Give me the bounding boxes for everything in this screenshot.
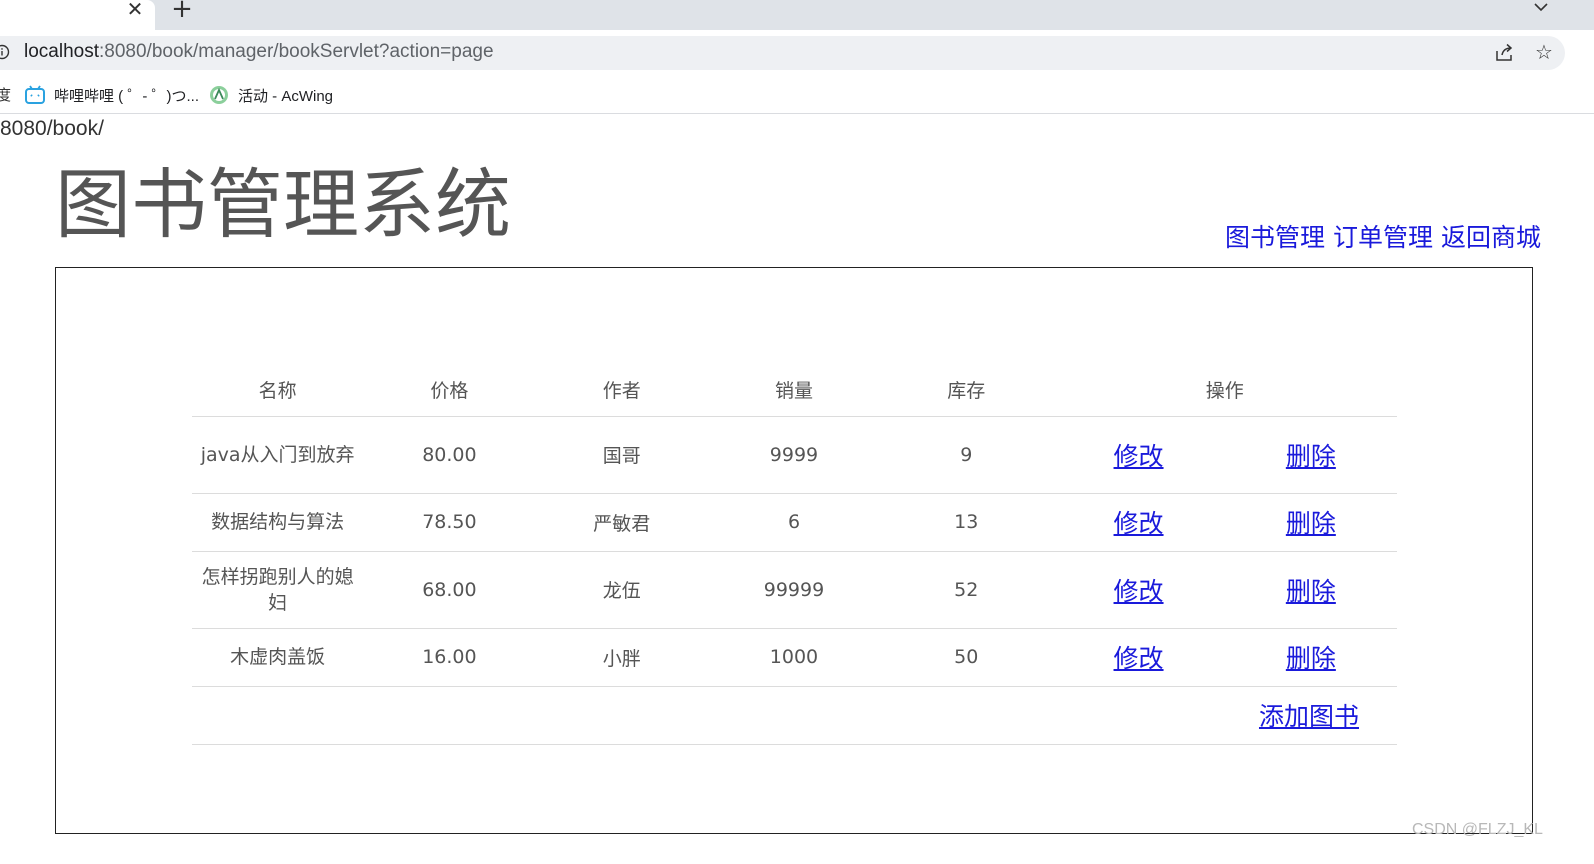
address-url[interactable]: localhost:8080/book/manager/bookServlet?… xyxy=(24,41,494,63)
tab-strip: ✕ + xyxy=(0,0,1594,30)
cell-name: 怎样拐跑别人的媳妇 xyxy=(192,550,364,628)
close-tab-icon[interactable]: ✕ xyxy=(124,0,146,22)
watermark: CSDN @FLZJ_KL xyxy=(1412,821,1543,838)
edit-link[interactable]: 修改 xyxy=(1114,442,1164,471)
cell-price: 68.00 xyxy=(363,550,536,628)
edit-link[interactable]: 修改 xyxy=(1114,577,1164,606)
bookmarks-bar: 度 哔哩哔哩 ( ゜- ゜)つ... 活动 - AcWing xyxy=(0,76,1594,114)
header-author: 作者 xyxy=(602,380,641,403)
delete-link[interactable]: 删除 xyxy=(1286,442,1336,471)
header-sales: 销量 xyxy=(774,380,813,403)
chevron-down-icon[interactable] xyxy=(1528,0,1554,16)
cell-sales: 99999 xyxy=(707,550,881,628)
cell-empty xyxy=(192,685,1053,745)
main-content-box: 名称 价格 作者 销量 库存 操作 java从入门到放弃 80.00 国哥 99… xyxy=(55,267,1533,834)
url-path: :8080/book/manager/bookServlet?action=pa… xyxy=(99,41,494,62)
cell-author: 国哥 xyxy=(535,415,708,493)
cell-price: 16.00 xyxy=(363,627,536,686)
table-row: java从入门到放弃 80.00 国哥 9999 9 修改 删除 xyxy=(192,415,1397,493)
table-row: 木虚肉盖饭 16.00 小胖 1000 50 修改 删除 xyxy=(192,627,1397,686)
bookmark-label: 哔哩哔哩 ( ゜- ゜)つ... xyxy=(54,87,199,105)
cell-delete: 删除 xyxy=(1224,627,1397,686)
cell-edit: 修改 xyxy=(1052,550,1225,628)
cell-stock: 13 xyxy=(880,492,1053,551)
cell-price: 78.50 xyxy=(363,492,536,551)
header-stock: 库存 xyxy=(947,380,986,403)
top-nav: 图书管理 订单管理 返回商城 xyxy=(1225,222,1541,254)
edit-link[interactable]: 修改 xyxy=(1114,509,1164,538)
cell-stock: 50 xyxy=(880,627,1053,686)
nav-link-order-manage[interactable]: 订单管理 xyxy=(1333,223,1433,252)
bilibili-icon xyxy=(24,85,46,105)
acwing-icon xyxy=(208,85,230,105)
cell-name: 木虚肉盖饭 xyxy=(192,627,364,686)
delete-link[interactable]: 删除 xyxy=(1286,509,1336,538)
cell-stock: 9 xyxy=(880,415,1053,493)
header-name: 名称 xyxy=(258,380,297,403)
nav-link-back-to-store[interactable]: 返回商城 xyxy=(1441,223,1541,252)
share-icon[interactable] xyxy=(1494,43,1514,63)
cell-edit: 修改 xyxy=(1052,415,1225,493)
cell-name: java从入门到放弃 xyxy=(192,415,364,493)
add-book-link[interactable]: 添加图书 xyxy=(1259,702,1359,731)
page-title: 图书管理系统 xyxy=(55,160,511,249)
table-row: 数据结构与算法 78.50 严敏君 6 13 修改 删除 xyxy=(192,492,1397,551)
cell-sales: 9999 xyxy=(707,415,881,493)
bookmark-acwing[interactable]: 活动 - AcWing xyxy=(208,84,333,106)
cell-sales: 6 xyxy=(707,492,881,551)
table-header-row: 名称 价格 作者 销量 库存 操作 xyxy=(192,364,1397,416)
cell-delete: 删除 xyxy=(1224,415,1397,493)
active-tab[interactable]: ✕ xyxy=(0,0,155,30)
bookmark-star-icon[interactable]: ☆ xyxy=(1534,42,1554,62)
cell-edit: 修改 xyxy=(1052,492,1225,551)
cell-delete: 删除 xyxy=(1224,550,1397,628)
bookmark-bilibili[interactable]: 哔哩哔哩 ( ゜- ゜)つ... xyxy=(24,84,199,106)
cell-author: 小胖 xyxy=(535,627,708,686)
delete-link[interactable]: 删除 xyxy=(1286,577,1336,606)
cell-stock: 52 xyxy=(880,550,1053,628)
page-url-fragment: 8080/book/ xyxy=(0,117,104,140)
nav-link-book-manage[interactable]: 图书管理 xyxy=(1225,223,1325,252)
bookmark-label: 活动 - AcWing xyxy=(238,87,334,105)
books-table: 名称 价格 作者 销量 库存 操作 java从入门到放弃 80.00 国哥 99… xyxy=(192,364,1397,745)
table-row-add: 添加图书 xyxy=(192,685,1397,745)
new-tab-icon[interactable]: + xyxy=(170,0,194,22)
table-row: 怎样拐跑别人的媳妇 68.00 龙伍 99999 52 修改 删除 xyxy=(192,550,1397,628)
header-price: 价格 xyxy=(430,380,469,403)
cell-delete: 删除 xyxy=(1224,492,1397,551)
cell-author: 严敏君 xyxy=(535,492,708,551)
cell-price: 80.00 xyxy=(363,415,536,493)
cell-add: 添加图书 xyxy=(1052,685,1397,745)
delete-link[interactable]: 删除 xyxy=(1286,644,1336,673)
info-icon[interactable] xyxy=(0,44,10,60)
url-host: localhost xyxy=(24,41,99,62)
cell-sales: 1000 xyxy=(707,627,881,686)
cell-name: 数据结构与算法 xyxy=(192,492,364,551)
header-operation: 操作 xyxy=(1205,380,1244,403)
cell-author: 龙伍 xyxy=(535,550,708,628)
browser-toolbar: localhost:8080/book/manager/bookServlet?… xyxy=(0,30,1594,76)
edit-link[interactable]: 修改 xyxy=(1114,644,1164,673)
bookmark-cut-off-label[interactable]: 度 xyxy=(0,84,11,105)
cell-edit: 修改 xyxy=(1052,627,1225,686)
